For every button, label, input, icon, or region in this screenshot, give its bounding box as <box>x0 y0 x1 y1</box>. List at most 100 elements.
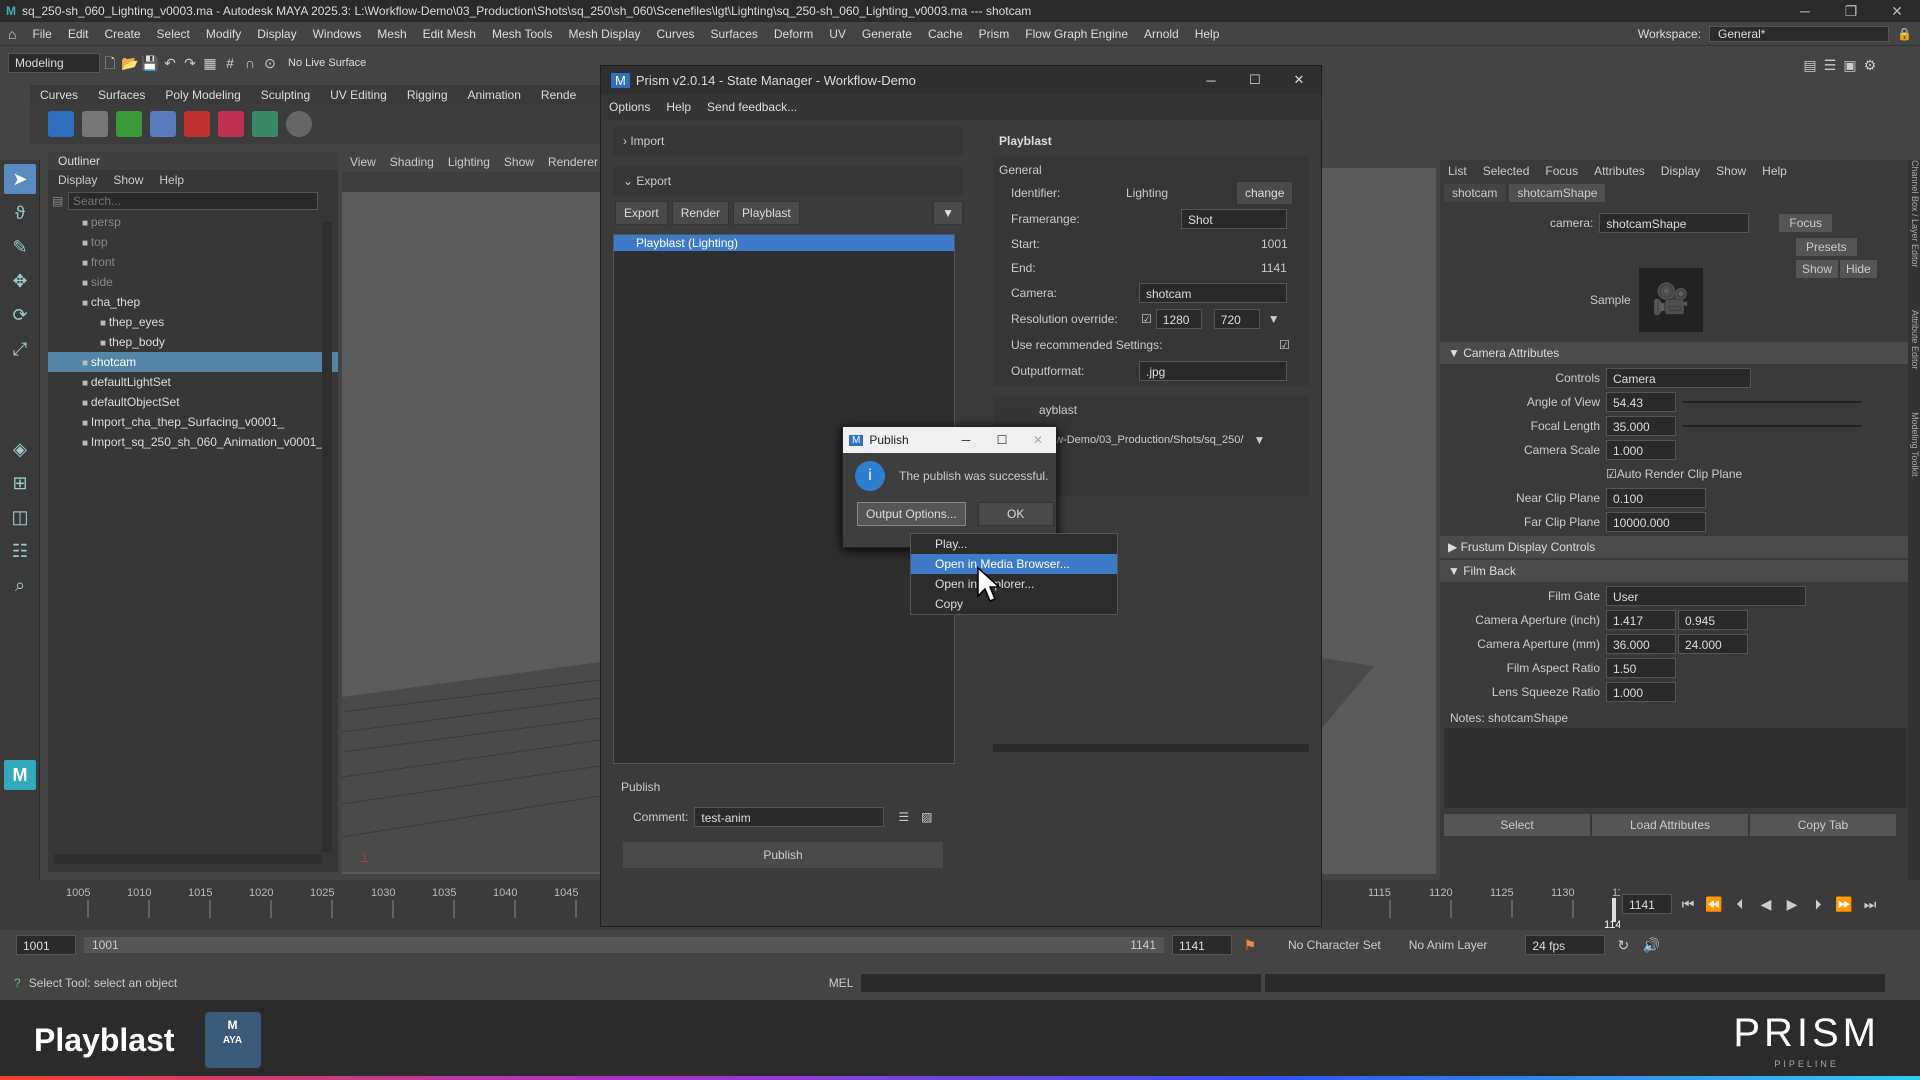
outliner-search-input[interactable] <box>68 192 318 210</box>
publish-button[interactable]: Publish <box>623 842 943 868</box>
shelf-tab-rigging[interactable]: Rigging <box>397 85 458 105</box>
fps-select[interactable]: 24 fps <box>1525 935 1606 955</box>
step-back-key-icon[interactable]: ⏪ <box>1704 894 1724 914</box>
ae-hide-button[interactable]: Hide <box>1840 260 1877 278</box>
outliner-item[interactable]: ■ Import_sq_250_sh_060_Animation_v0001_ <box>48 432 338 452</box>
close-icon[interactable]: ✕ <box>1874 3 1920 20</box>
menu-deform[interactable]: Deform <box>766 27 821 41</box>
ae-menu-display[interactable]: Display <box>1661 164 1700 178</box>
menu-help[interactable]: Help <box>1187 27 1228 41</box>
viewport-menu-renderer[interactable]: Renderer <box>548 155 598 169</box>
outliner-menu-display[interactable]: Display <box>58 173 97 187</box>
maximize-icon[interactable]: ❐ <box>1828 3 1874 20</box>
menu-cache[interactable]: Cache <box>920 27 971 41</box>
publish-close-icon[interactable]: ✕ <box>1020 433 1056 447</box>
controls-select[interactable]: Camera <box>1606 368 1751 388</box>
menu-mesh[interactable]: Mesh <box>369 27 414 41</box>
ae-menu-list[interactable]: List <box>1448 164 1467 178</box>
recommended-checkbox[interactable]: ☑ <box>1279 338 1290 352</box>
undo-icon[interactable]: ↶ <box>160 53 180 73</box>
outliner-item[interactable]: ■ shotcam <box>48 352 338 372</box>
outliner-item[interactable]: ■ top <box>48 232 338 252</box>
workspace-select[interactable]: General* <box>1709 25 1890 42</box>
state-item-playblast[interactable]: Playblast (Lighting) <box>614 235 954 251</box>
loop-icon[interactable]: ↻ <box>1613 935 1633 955</box>
menu-edit[interactable]: Edit <box>60 27 97 41</box>
menu-create[interactable]: Create <box>97 27 149 41</box>
menu-item-open-media-browser[interactable]: Open in Media Browser... <box>911 554 1117 574</box>
prism-sync-icon[interactable] <box>252 111 278 137</box>
lasso-tool-icon[interactable]: ϑ <box>4 198 36 228</box>
playblast-button[interactable]: Playblast <box>733 201 800 225</box>
side-tab-attribute-editor[interactable]: Attribute Editor <box>1910 310 1920 370</box>
outliner-menu-help[interactable]: Help <box>159 173 184 187</box>
ok-button[interactable]: OK <box>977 502 1054 526</box>
comment-list-icon[interactable]: ☰ <box>898 810 909 824</box>
change-button[interactable]: change <box>1236 181 1294 205</box>
current-frame-field[interactable]: 1141 <box>1622 894 1672 914</box>
ae-menu-selected[interactable]: Selected <box>1483 164 1530 178</box>
go-end-icon[interactable]: ⏭ <box>1860 894 1880 914</box>
channel-icon[interactable]: ☰ <box>1820 55 1840 75</box>
ae-menu-attributes[interactable]: Attributes <box>1594 164 1645 178</box>
step-back-icon[interactable]: ⏴ <box>1730 894 1750 914</box>
outliner-item[interactable]: ■ Import_cha_thep_Surfacing_v0001_ <box>48 412 338 432</box>
filter-icon[interactable]: ▤ <box>52 194 68 208</box>
outliner-menu-show[interactable]: Show <box>113 173 143 187</box>
import-section[interactable]: › Import <box>613 126 963 156</box>
shelf-tab-poly[interactable]: Poly Modeling <box>155 85 250 105</box>
range-end-field[interactable]: 1141 <box>1172 935 1232 955</box>
ae-tab-shotcam[interactable]: shotcam <box>1444 184 1506 202</box>
outliner-hscrollbar[interactable] <box>54 854 322 864</box>
far-clip-field[interactable]: 10000.000 <box>1606 512 1706 532</box>
outliner-item[interactable]: ■ defaultObjectSet <box>48 392 338 412</box>
section-camera-attributes[interactable]: ▼ Camera Attributes <box>1440 342 1910 364</box>
angle-of-view-field[interactable]: 54.43 <box>1606 392 1676 412</box>
menu-surfaces[interactable]: Surfaces <box>703 27 766 41</box>
menu-display[interactable]: Display <box>249 27 304 41</box>
ae-focus-button[interactable]: Focus <box>1779 214 1833 232</box>
image-icon[interactable]: ▨ <box>921 810 932 824</box>
minimize-icon[interactable]: ─ <box>1782 3 1828 20</box>
attr-icon[interactable]: ▣ <box>1840 55 1860 75</box>
aperture-inch-x[interactable]: 1.417 <box>1606 610 1676 630</box>
menu-select[interactable]: Select <box>149 27 198 41</box>
near-clip-field[interactable]: 0.100 <box>1606 488 1706 508</box>
snap-curve-icon[interactable]: ∩ <box>240 53 260 73</box>
menu-generate[interactable]: Generate <box>854 27 920 41</box>
side-tab-channel-box[interactable]: Channel Box / Layer Editor <box>1910 160 1920 268</box>
select-hierarchy-icon[interactable]: ▦ <box>200 53 220 73</box>
maya-home-icon[interactable]: M <box>4 760 36 790</box>
rotate-tool-icon[interactable]: ⟳ <box>4 300 36 330</box>
prism-settings-icon[interactable] <box>286 111 312 137</box>
snap-point-icon[interactable]: ⊙ <box>260 53 280 73</box>
film-gate-select[interactable]: User <box>1606 586 1806 606</box>
outliner-item[interactable]: ■ persp <box>48 212 338 232</box>
menu-mesh-display[interactable]: Mesh Display <box>560 27 648 41</box>
outliner-item[interactable]: ■ thep_eyes <box>48 312 338 332</box>
move-tool-icon[interactable]: ✥ <box>4 266 36 296</box>
sound-icon[interactable]: 🔊 <box>1641 935 1661 955</box>
home-icon[interactable]: ⌂ <box>0 26 24 42</box>
export-button[interactable]: Export <box>615 201 668 225</box>
shelf-tab-curves[interactable]: Curves <box>30 85 88 105</box>
anim-layer-select[interactable]: No Anim Layer <box>1409 938 1488 952</box>
menu-arnold[interactable]: Arnold <box>1136 27 1187 41</box>
prism-right-hscrollbar[interactable] <box>993 744 1309 752</box>
lock-icon[interactable]: 🔒 <box>1889 27 1920 41</box>
new-scene-icon[interactable]: 🗋 <box>100 53 120 73</box>
character-set-select[interactable]: No Character Set <box>1288 938 1381 952</box>
prism-menu-help[interactable]: Help <box>666 100 691 114</box>
select-tool-icon[interactable]: ➤ <box>4 164 36 194</box>
search-icon[interactable]: ⌕ <box>4 570 36 600</box>
menu-item-open-explorer[interactable]: Open in Explorer... <box>911 574 1117 594</box>
outliner-layout-icon[interactable]: ☷ <box>4 536 36 566</box>
shelf-tab-surfaces[interactable]: Surfaces <box>88 85 155 105</box>
menu-modify[interactable]: Modify <box>198 27 249 41</box>
live-surface-label[interactable]: No Live Surface <box>288 57 366 69</box>
res-height-field[interactable]: 720 <box>1213 309 1260 329</box>
ae-load-attributes-button[interactable]: Load Attributes <box>1592 814 1748 836</box>
shelf-tab-sculpting[interactable]: Sculpting <box>251 85 320 105</box>
range-slider[interactable]: 1001 1141 <box>84 937 1164 953</box>
shelf-tab-animation[interactable]: Animation <box>458 85 531 105</box>
